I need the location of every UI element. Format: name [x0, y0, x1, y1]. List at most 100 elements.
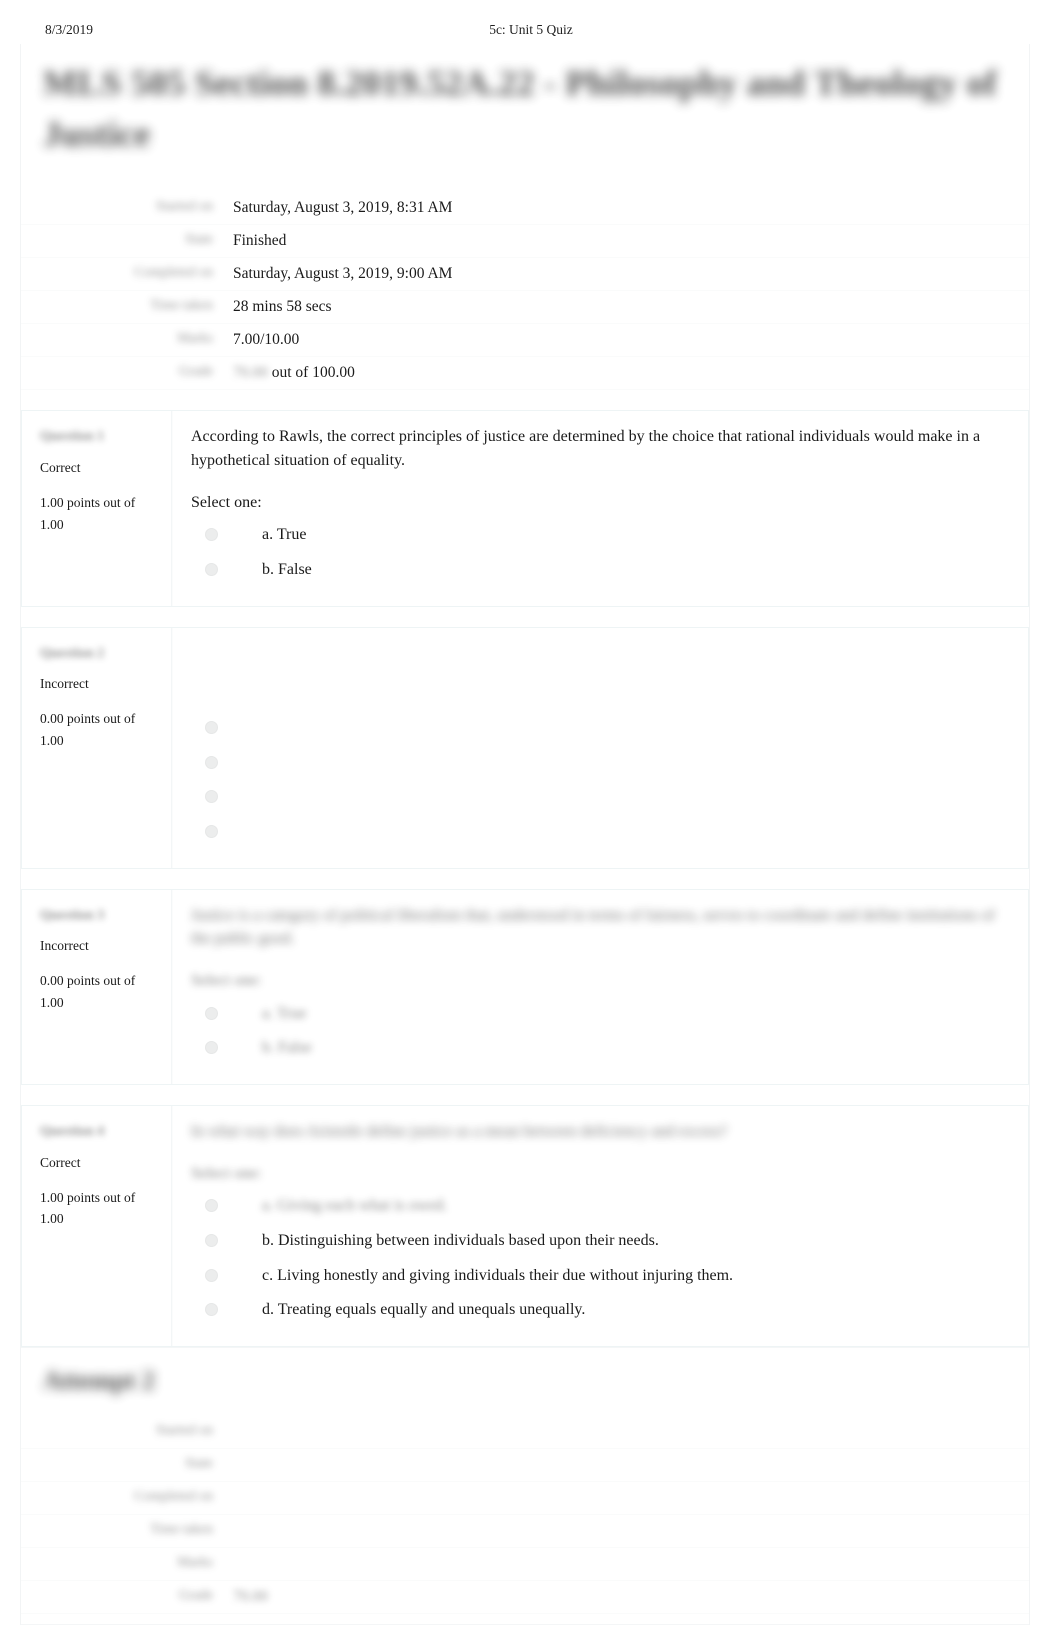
question-marks-text-1: 1.00 points out of [40, 494, 136, 510]
question-info-3: Question 3 Incorrect 0.00 points out of … [22, 889, 172, 1084]
summary2-value-started-on [227, 1416, 1029, 1449]
summary2-value-marks [227, 1547, 1029, 1581]
answer-label-4c: c. Living honestly and giving individual… [262, 1266, 734, 1284]
answer-list-3: a. True b. False [191, 999, 1010, 1068]
radio-button-icon[interactable] [205, 720, 218, 734]
answer-option-1a[interactable]: a. True [191, 520, 1010, 555]
summary2-value-time-taken [227, 1514, 1029, 1548]
question-body-2 [172, 627, 1028, 868]
question-body-3: Justice is a category of political liber… [172, 889, 1028, 1084]
question-number-4: Question 4 [40, 1123, 105, 1139]
question-state-3: Incorrect [40, 938, 89, 954]
question-number-3: Question 3 [40, 907, 105, 923]
radio-button-icon[interactable] [205, 1233, 218, 1247]
question-block-4: Question 4 Correct 1.00 points out of 1.… [21, 1104, 1029, 1347]
grade-out-of: out of 100.00 [271, 364, 355, 382]
summary-value-started-on: Saturday, August 3, 2019, 8:31 AM [227, 192, 1029, 226]
summary-label-grade: Grade [21, 356, 227, 391]
answer-option-2d[interactable] [191, 817, 1010, 852]
question-marks-text-3: 0.00 points out of [40, 973, 136, 989]
radio-button-icon[interactable] [205, 562, 218, 576]
summary-value-grade: 70.00 out of 100.00 [227, 356, 1029, 391]
summary2-label-time-taken: Time taken [21, 1514, 227, 1548]
question-marks-max-3: 1.00 [40, 995, 64, 1010]
radio-button-icon[interactable] [205, 1303, 218, 1317]
summary2-label-grade: Grade [21, 1580, 227, 1614]
summary-label-marks: Marks [21, 323, 227, 358]
answer-option-1b[interactable]: b. False [191, 555, 1010, 590]
summary2-label-started-on: Started on [21, 1416, 227, 1449]
question-marks-max-4: 1.00 [40, 1211, 64, 1227]
table-row: Started on Saturday, August 3, 2019, 8:3… [21, 192, 1029, 226]
radio-button-icon[interactable] [205, 528, 218, 542]
table-row: Marks 7.00/10.00 [21, 323, 1029, 358]
summary-label-time-taken: Time taken [21, 290, 227, 325]
answer-list-2 [191, 713, 1010, 852]
answer-label-2b [262, 751, 1010, 775]
question-state-2: Incorrect [40, 676, 89, 692]
summary-value-state: Finished [227, 224, 1029, 259]
question-block-2: Question 2 Incorrect 0.00 points out of … [21, 626, 1029, 869]
question-body-4: In what way does Aristotle define justic… [172, 1105, 1028, 1346]
answer-list-1: a. True b. False [191, 520, 1010, 589]
table-row: Grade 70.00 [21, 1580, 1029, 1614]
question-number-2: Question 2 [40, 645, 105, 661]
summary2-label-completed-on: Completed on [21, 1481, 227, 1515]
table-row: Marks [21, 1547, 1029, 1581]
answer-option-4c[interactable]: c. Living honestly and giving individual… [191, 1261, 1010, 1296]
question-marks-1: 1.00 points out of 1.00 [40, 492, 161, 536]
attempt-summary-body: Started on Saturday, August 3, 2019, 8:3… [21, 192, 1029, 391]
summary-label-completed-on: Completed on [21, 257, 227, 292]
question-text-2 [191, 642, 1010, 666]
select-one-label-3: Select one: [191, 971, 262, 989]
question-text-1: According to Rawls, the correct principl… [191, 428, 981, 469]
quiz-review-page: MLS 505 Section 8.2019.52A.22 - Philosop… [20, 44, 1030, 1625]
second-attempt-section: Attempt 2 Started on State Completed on … [21, 1347, 1029, 1625]
print-page-title: 5c: Unit 5 Quiz [489, 22, 573, 37]
print-header: 8/3/2019 5c: Unit 5 Quiz [0, 22, 1062, 44]
question-marks-text-4: 1.00 points out of [40, 1189, 136, 1205]
second-attempt-summary-table: Started on State Completed on Time taken [21, 1416, 1029, 1614]
answer-label-3a: a. True [262, 1004, 307, 1022]
question-marks-4: 1.00 points out of 1.00 [40, 1187, 161, 1231]
answer-option-2c[interactable] [191, 782, 1010, 817]
question-block-3: Question 3 Incorrect 0.00 points out of … [21, 888, 1029, 1085]
radio-button-icon[interactable] [205, 1268, 218, 1282]
radio-button-icon[interactable] [205, 755, 218, 769]
answer-option-4b[interactable]: b. Distinguishing between individuals ba… [191, 1226, 1010, 1261]
summary2-label-state: State [21, 1448, 227, 1482]
answer-option-4d[interactable]: d. Treating equals equally and unequals … [191, 1295, 1010, 1330]
summary-value-marks: 7.00/10.00 [227, 323, 1029, 358]
table-row: Completed on [21, 1481, 1029, 1515]
summary-value-time-taken: 28 mins 58 secs [227, 290, 1029, 325]
radio-button-icon[interactable] [205, 1041, 218, 1055]
question-marks-max-1: 1.00 [40, 516, 64, 532]
question-state-1: Correct [40, 459, 81, 475]
question-number-1: Question 1 [40, 429, 105, 445]
answer-option-2b[interactable] [191, 748, 1010, 783]
answer-label-4a: a. Giving each what is owed. [262, 1197, 448, 1215]
second-attempt-summary-body: Started on State Completed on Time taken [21, 1416, 1029, 1614]
answer-list-4: a. Giving each what is owed. b. Distingu… [191, 1191, 1010, 1330]
answer-option-3b[interactable]: b. False [191, 1033, 1010, 1068]
answer-option-3a[interactable]: a. True [191, 999, 1010, 1034]
radio-button-icon[interactable] [205, 824, 218, 838]
table-row: Grade 70.00 out of 100.00 [21, 356, 1029, 391]
attempt-summary-table: Started on Saturday, August 3, 2019, 8:3… [21, 192, 1029, 391]
radio-button-icon[interactable] [205, 790, 218, 804]
radio-button-icon[interactable] [205, 1006, 218, 1020]
table-row: State Finished [21, 224, 1029, 259]
question-block-1: Question 1 Correct 1.00 points out of 1.… [21, 410, 1029, 607]
question-marks-3: 0.00 points out of 1.00 [40, 970, 161, 1014]
question-info-2: Question 2 Incorrect 0.00 points out of … [22, 627, 172, 868]
table-row: Time taken 28 mins 58 secs [21, 290, 1029, 325]
answer-option-4a[interactable]: a. Giving each what is owed. [191, 1191, 1010, 1226]
summary2-value-state [227, 1448, 1029, 1482]
answer-label-2d [262, 820, 1010, 844]
summary2-label-marks: Marks [21, 1547, 227, 1581]
answer-option-2a[interactable] [191, 713, 1010, 748]
table-row: Completed on Saturday, August 3, 2019, 9… [21, 257, 1029, 292]
question-marks-text-2: 0.00 points out of [40, 711, 136, 727]
radio-button-icon[interactable] [205, 1199, 218, 1213]
summary-value-completed-on: Saturday, August 3, 2019, 9:00 AM [227, 257, 1029, 292]
